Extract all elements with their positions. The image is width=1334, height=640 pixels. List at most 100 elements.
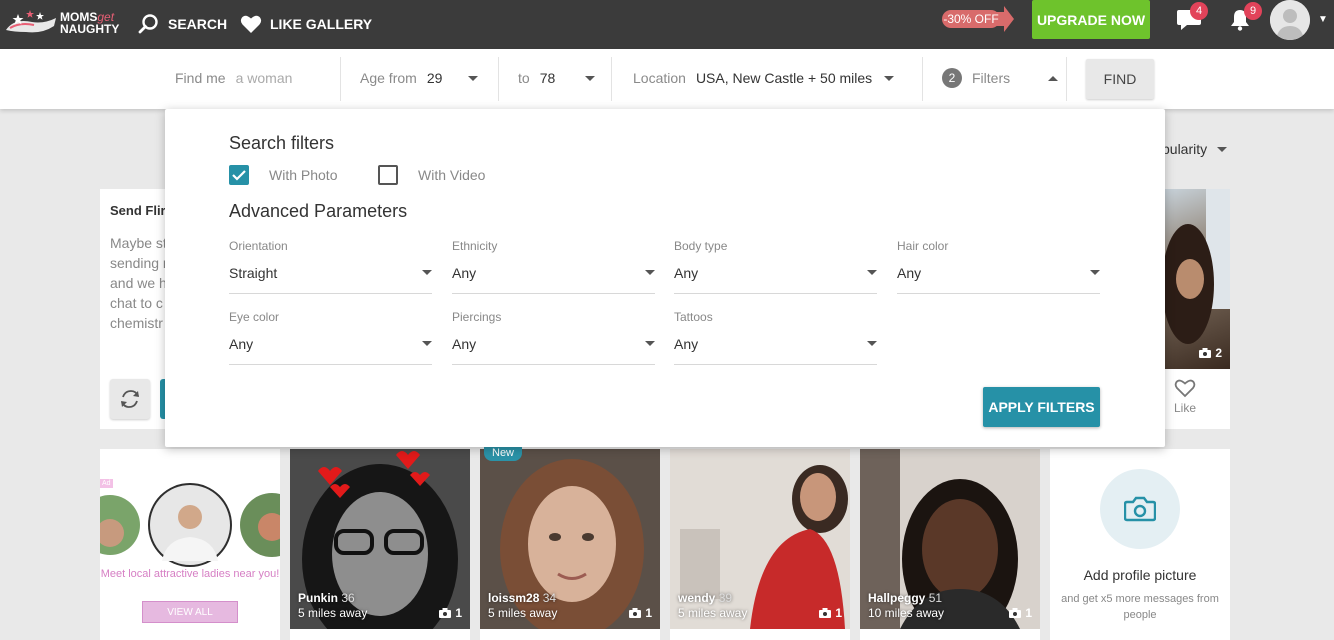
dropdown-select[interactable]: Any: [229, 336, 432, 365]
dropdown-label: Tattoos: [674, 310, 713, 324]
sort-label: pularity: [1162, 141, 1208, 157]
with-photo-label: With Photo: [269, 167, 338, 183]
photo-count: 1: [439, 606, 462, 620]
add-profile-picture-card[interactable]: Add profile picture and get x5 more mess…: [1050, 449, 1230, 640]
dropdown-value: Straight: [229, 265, 278, 281]
user-silhouette-icon: [1270, 0, 1310, 40]
like-button[interactable]: Like: [1160, 378, 1210, 415]
add-picture-subtitle: and get x5 more messages from people: [1061, 593, 1219, 621]
chevron-up-icon: [1048, 75, 1059, 81]
dropdown-select[interactable]: Any: [897, 265, 1100, 294]
view-all-button[interactable]: VIEW ALL: [142, 601, 238, 623]
profile-card[interactable]: loissm28 34 5 miles away 1 New: [480, 445, 660, 640]
discount-badge[interactable]: -30% OFF: [942, 6, 1014, 32]
with-photo-checkbox[interactable]: With Photo: [229, 165, 337, 185]
dropdown-select[interactable]: Any: [452, 336, 655, 365]
camera-icon: [439, 608, 452, 618]
logo-naughty: NAUGHTY: [60, 22, 120, 36]
dropdown-value: Any: [229, 336, 254, 352]
location-select[interactable]: Location USA, New Castle + 50 miles: [633, 57, 895, 99]
profile-caption: Hallpeggy 51 10 miles away: [868, 591, 944, 621]
profile-photo[interactable]: loissm28 34 5 miles away 1: [480, 449, 660, 629]
find-me-select[interactable]: Find me a woman: [175, 57, 292, 99]
dropdown-select[interactable]: Any: [674, 265, 877, 294]
age-to-value: 78: [539, 70, 556, 86]
divider: [340, 57, 341, 101]
photo-count-value: 1: [645, 606, 652, 620]
site-logo[interactable]: MOMSget NAUGHTY: [4, 4, 122, 44]
photo-count: 1: [1009, 606, 1032, 620]
checkbox-box[interactable]: [378, 165, 398, 185]
dropdown-select[interactable]: Any: [452, 265, 655, 294]
eye-color-dropdown[interactable]: Eye color Any: [229, 310, 432, 365]
dropdown-label: Eye color: [229, 310, 280, 324]
profile-photo[interactable]: Punkin 36 5 miles away 1: [290, 449, 470, 629]
ethnicity-dropdown[interactable]: Ethnicity Any: [452, 239, 655, 294]
dropdown-value: Any: [897, 265, 922, 281]
logo-emblem-icon: [6, 10, 56, 33]
profile-photo[interactable]: wendy 39 5 miles away 1: [670, 449, 850, 629]
body-type-dropdown[interactable]: Body type Any: [674, 239, 877, 294]
profile-age: 51: [928, 591, 943, 605]
chevron-down-icon: [867, 270, 877, 275]
camera-icon: [629, 608, 642, 618]
refresh-icon: [121, 390, 139, 408]
new-badge: New: [484, 445, 523, 461]
profile-card[interactable]: wendy 39 5 miles away 1: [670, 449, 850, 640]
refresh-button[interactable]: [110, 379, 150, 419]
profile-card[interactable]: Punkin 36 5 miles away 1: [290, 449, 470, 640]
add-picture-button[interactable]: [1100, 469, 1180, 549]
search-bar: Find me a woman Age from 29 to 78 Locati…: [0, 49, 1334, 109]
dropdown-label: Ethnicity: [452, 239, 498, 253]
send-flirt-card: Send Flir Maybe st sending r and we h ch…: [100, 189, 170, 429]
photo-count-value: 1: [835, 606, 842, 620]
chevron-down-icon: [645, 341, 655, 346]
checkbox-box[interactable]: [229, 165, 249, 185]
tattoos-dropdown[interactable]: Tattoos Any: [674, 310, 877, 365]
heart-icon: [240, 15, 262, 34]
age-to-select[interactable]: to 78: [518, 57, 596, 99]
profile-name: wendy: [678, 591, 716, 605]
photo-count: 1: [819, 606, 842, 620]
flirt-line: Maybe st: [110, 235, 167, 251]
like-gallery-nav-label: LIKE GALLERY: [270, 16, 373, 32]
notifications-button[interactable]: 9: [1228, 2, 1262, 38]
like-gallery-nav-link[interactable]: LIKE GALLERY: [240, 10, 372, 38]
filters-toggle[interactable]: 2 Filters: [942, 57, 1059, 99]
orientation-dropdown[interactable]: Orientation Straight: [229, 239, 432, 294]
apply-filters-button[interactable]: APPLY FILTERS: [983, 387, 1100, 427]
profile-card[interactable]: Hallpeggy 51 10 miles away 1: [860, 449, 1040, 640]
send-flirt-title: Send Flir: [110, 203, 166, 218]
profile-caption: Punkin 36 5 miles away: [298, 591, 367, 621]
profile-photo[interactable]: 2: [1160, 189, 1230, 369]
dropdown-select[interactable]: Any: [674, 336, 877, 365]
chevron-down-icon: [1090, 270, 1100, 275]
messages-badge: 4: [1190, 2, 1208, 20]
search-icon: [138, 14, 158, 34]
avatar-caret-icon[interactable]: ▼: [1318, 14, 1328, 25]
dropdown-select[interactable]: Straight: [229, 265, 432, 294]
sort-select[interactable]: pularity: [1162, 141, 1228, 157]
with-video-checkbox[interactable]: With Video: [378, 165, 485, 185]
like-label: Like: [1173, 401, 1196, 415]
messages-button[interactable]: 4: [1176, 2, 1208, 38]
camera-icon: [1124, 496, 1156, 522]
discount-label: -30% OFF: [942, 10, 1000, 28]
profile-photo[interactable]: Hallpeggy 51 10 miles away 1: [860, 449, 1040, 629]
user-avatar[interactable]: [1270, 0, 1310, 40]
find-me-label: Find me: [175, 70, 226, 86]
hair-color-dropdown[interactable]: Hair color Any: [897, 239, 1100, 294]
chevron-down-icon: [884, 75, 895, 81]
photo-count: 1: [629, 606, 652, 620]
piercings-dropdown[interactable]: Piercings Any: [452, 310, 655, 365]
age-from-select[interactable]: Age from 29: [360, 57, 479, 99]
search-filters-title: Search filters: [229, 133, 335, 153]
upgrade-now-button[interactable]: UPGRADE NOW: [1032, 0, 1150, 39]
search-nav-link[interactable]: SEARCH: [138, 10, 227, 38]
profile-name: Hallpeggy: [868, 591, 926, 605]
profile-distance: 5 miles away: [298, 606, 368, 620]
find-button[interactable]: FIND: [1086, 59, 1154, 99]
age-from-value: 29: [426, 70, 443, 86]
ad-card[interactable]: Ad Meet local attractive ladies near you…: [100, 449, 280, 640]
chevron-down-icon: [422, 341, 432, 346]
